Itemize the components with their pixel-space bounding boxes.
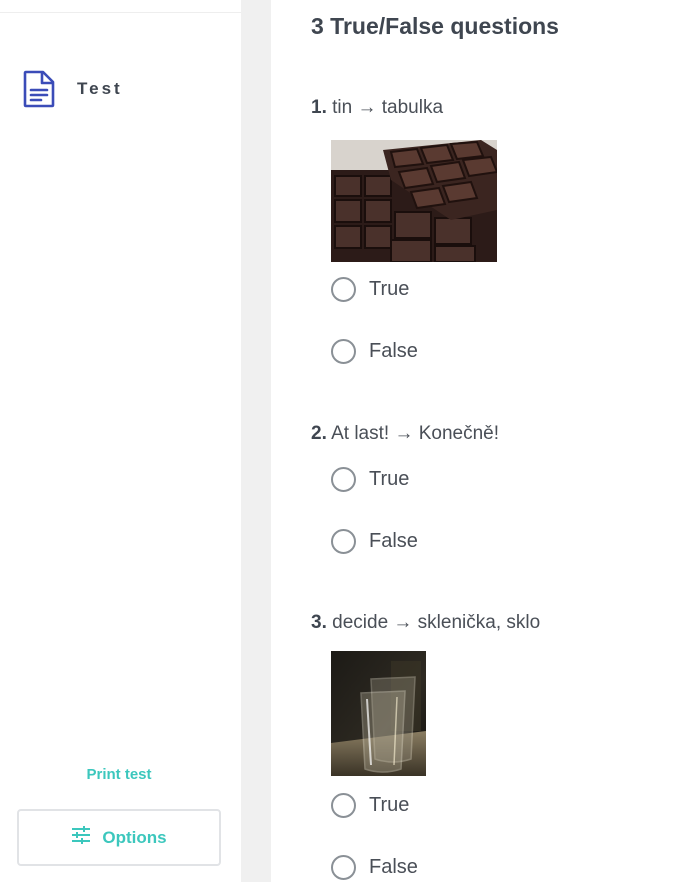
radio-button[interactable]: [331, 339, 356, 364]
option-label: False: [369, 856, 418, 878]
nav-item-label: Test: [77, 79, 123, 98]
radio-button[interactable]: [331, 529, 356, 554]
question-prompt: tin → tabulka: [332, 97, 444, 118]
option-label: True: [369, 278, 410, 300]
question-prompt: decide → sklenička, sklo: [332, 612, 541, 633]
option-label: False: [369, 340, 418, 362]
sidebar: Test Print test Options: [0, 0, 241, 882]
options-button[interactable]: Options: [17, 809, 221, 866]
nav-item-test[interactable]: Test: [22, 70, 123, 108]
section-title: 3 True/False questions: [311, 13, 559, 39]
question-prompt: At last! → Konečně!: [331, 423, 500, 444]
radio-button[interactable]: [331, 277, 356, 302]
question-text: 2. At last! → Konečně!: [311, 423, 671, 445]
chocolate-bar-image: [331, 140, 497, 267]
option-true[interactable]: True: [331, 793, 409, 818]
option-false[interactable]: False: [331, 529, 418, 554]
option-false[interactable]: False: [331, 855, 418, 880]
question-2: 2. At last! → Konečně! True False: [311, 423, 671, 554]
option-label: True: [369, 794, 410, 816]
question-text: 3. decide → sklenička, sklo: [311, 612, 671, 634]
option-label: False: [369, 530, 418, 552]
radio-button[interactable]: [331, 855, 356, 880]
gutter: [241, 0, 271, 882]
test-content: 3 True/False questions 1. tin → tabulka: [271, 0, 678, 882]
question-3: 3. decide → sklenička, sklo True False: [311, 612, 671, 880]
question-text: 1. tin → tabulka: [311, 97, 671, 119]
divider: [0, 12, 241, 13]
radio-button[interactable]: [331, 793, 356, 818]
question-number: 2.: [311, 423, 327, 444]
radio-button[interactable]: [331, 467, 356, 492]
option-label: True: [369, 468, 410, 490]
question-1: 1. tin → tabulka True False: [311, 97, 671, 364]
print-test-link[interactable]: Print test: [0, 766, 238, 783]
document-icon: [22, 70, 55, 108]
sliders-icon: [71, 826, 102, 849]
question-number: 3.: [311, 612, 327, 633]
option-false[interactable]: False: [331, 339, 418, 364]
option-true[interactable]: True: [331, 467, 409, 492]
drinking-glasses-image: [331, 651, 426, 781]
options-button-label: Options: [102, 827, 167, 847]
option-true[interactable]: True: [331, 277, 409, 302]
question-number: 1.: [311, 97, 327, 118]
